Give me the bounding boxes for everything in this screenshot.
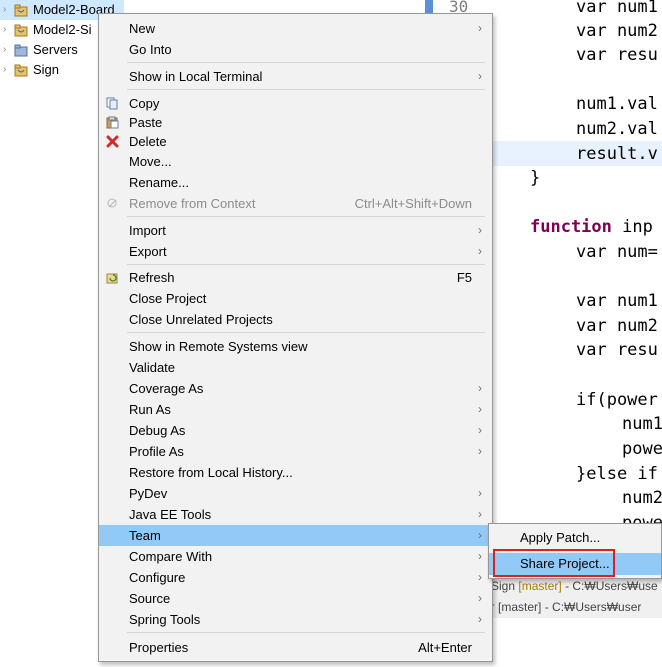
code-line: result.v bbox=[576, 144, 658, 164]
menu-item-show-in-remote-systems-view[interactable]: Show in Remote Systems view bbox=[99, 336, 492, 357]
menu-item-validate[interactable]: Validate bbox=[99, 357, 492, 378]
code-line: var resu bbox=[576, 45, 658, 65]
code-line: }else if bbox=[576, 464, 658, 484]
menu-item-paste[interactable]: Paste bbox=[99, 112, 492, 133]
menu-separator bbox=[127, 62, 485, 63]
menu-item-profile-as[interactable]: Profile As › bbox=[99, 441, 492, 462]
menu-separator bbox=[127, 264, 485, 265]
submenu-arrow-icon: › bbox=[478, 69, 482, 83]
submenu-arrow-icon: › bbox=[478, 549, 482, 563]
code-line: num2.val bbox=[576, 119, 658, 139]
menu-item-remove-from-context: Remove from Context Ctrl+Alt+Shift+Down bbox=[99, 193, 492, 214]
code-line: } bbox=[530, 168, 541, 188]
project-explorer: › Model2-Board › Model2-Si › Servers › S… bbox=[0, 0, 124, 667]
remove-context-icon bbox=[106, 197, 119, 210]
menu-item-rename[interactable]: Rename... bbox=[99, 172, 492, 193]
menu-item-new[interactable]: New › bbox=[99, 18, 492, 39]
menu-item-configure[interactable]: Configure › bbox=[99, 567, 492, 588]
expand-arrow-icon[interactable]: › bbox=[3, 20, 6, 40]
menu-item-import[interactable]: Import › bbox=[99, 220, 492, 241]
submenu-arrow-icon: › bbox=[478, 244, 482, 258]
copy-icon bbox=[106, 97, 119, 110]
code-line: num1 bbox=[622, 414, 662, 434]
code-line: powe bbox=[622, 439, 662, 459]
console-line: er [master] - C:₩Users₩user bbox=[484, 600, 642, 614]
code-line: var num2 bbox=[576, 21, 658, 41]
code-line: var num1 bbox=[576, 0, 658, 17]
tree-item-label: Model2-Si bbox=[33, 22, 92, 37]
submenu-arrow-icon: › bbox=[478, 402, 482, 416]
code-line: var num1 bbox=[576, 291, 658, 311]
tree-item-label: Servers bbox=[33, 42, 78, 57]
menu-separator bbox=[127, 216, 485, 217]
submenu-arrow-icon: › bbox=[478, 444, 482, 458]
paste-icon bbox=[106, 116, 119, 129]
menu-item-refresh[interactable]: Refresh F5 bbox=[99, 267, 492, 288]
menu-item-show-in-local-terminal[interactable]: Show in Local Terminal › bbox=[99, 66, 492, 87]
code-line: var resu bbox=[576, 340, 658, 360]
menu-item-debug-as[interactable]: Debug As › bbox=[99, 420, 492, 441]
submenu-arrow-icon: › bbox=[478, 507, 482, 521]
submenu-arrow-icon: › bbox=[478, 591, 482, 605]
context-menu: New › Go Into Show in Local Terminal › Cop… bbox=[98, 13, 493, 662]
menu-item-spring-tools[interactable]: Spring Tools › bbox=[99, 609, 492, 630]
tree-item-label: Sign bbox=[33, 62, 60, 77]
servers-folder-icon bbox=[14, 43, 28, 57]
menu-item-go-into[interactable]: Go Into bbox=[99, 39, 492, 60]
code-line: function inp bbox=[530, 217, 653, 237]
share-project-highlight-box bbox=[493, 549, 615, 577]
java-project-icon bbox=[14, 3, 28, 17]
tree-item-model2-si[interactable]: › Model2-Si bbox=[0, 20, 100, 40]
menu-item-properties[interactable]: Properties Alt+Enter bbox=[99, 637, 492, 658]
console-line: Sign [master] - C:₩Users₩use bbox=[491, 579, 658, 593]
menu-item-pydev[interactable]: PyDev › bbox=[99, 483, 492, 504]
menu-item-delete[interactable]: Delete bbox=[99, 131, 492, 152]
menu-item-run-as[interactable]: Run As › bbox=[99, 399, 492, 420]
expand-arrow-icon[interactable]: › bbox=[3, 0, 6, 20]
submenu-arrow-icon: › bbox=[478, 612, 482, 626]
menu-item-team[interactable]: Team › bbox=[99, 525, 492, 546]
code-line: num2 bbox=[622, 488, 662, 508]
tree-item-servers[interactable]: › Servers bbox=[0, 40, 100, 60]
code-line: var num= bbox=[576, 242, 658, 262]
java-project-icon bbox=[14, 23, 28, 37]
menu-separator bbox=[127, 332, 485, 333]
menu-item-move[interactable]: Move... bbox=[99, 151, 492, 172]
delete-icon bbox=[106, 135, 119, 148]
menu-item-close-unrelated-projects[interactable]: Close Unrelated Projects bbox=[99, 309, 492, 330]
tree-item-sign[interactable]: › Sign bbox=[0, 60, 100, 80]
submenu-arrow-icon: › bbox=[478, 21, 482, 35]
submenu-arrow-icon: › bbox=[478, 223, 482, 237]
submenu-arrow-icon: › bbox=[478, 381, 482, 395]
menu-separator bbox=[127, 632, 485, 633]
menu-separator bbox=[127, 89, 485, 90]
menu-item-restore-from-local-history[interactable]: Restore from Local History... bbox=[99, 462, 492, 483]
submenu-item-apply-patch[interactable]: Apply Patch... bbox=[489, 527, 661, 549]
menu-item-close-project[interactable]: Close Project bbox=[99, 288, 492, 309]
menu-item-copy[interactable]: Copy bbox=[99, 93, 492, 114]
menu-item-compare-with[interactable]: Compare With › bbox=[99, 546, 492, 567]
submenu-arrow-icon: › bbox=[478, 528, 482, 542]
code-line: if(power bbox=[576, 390, 658, 410]
menu-item-java-ee-tools[interactable]: Java EE Tools › bbox=[99, 504, 492, 525]
refresh-icon bbox=[106, 271, 119, 284]
expand-arrow-icon[interactable]: › bbox=[3, 60, 6, 80]
submenu-arrow-icon: › bbox=[478, 570, 482, 584]
expand-arrow-icon[interactable]: › bbox=[3, 40, 6, 60]
code-line: var num2 bbox=[576, 316, 658, 336]
code-line: num1.val bbox=[576, 94, 658, 114]
submenu-arrow-icon: › bbox=[478, 486, 482, 500]
menu-item-source[interactable]: Source › bbox=[99, 588, 492, 609]
menu-item-export[interactable]: Export › bbox=[99, 241, 492, 262]
submenu-arrow-icon: › bbox=[478, 423, 482, 437]
java-project-icon bbox=[14, 63, 28, 77]
menu-item-coverage-as[interactable]: Coverage As › bbox=[99, 378, 492, 399]
